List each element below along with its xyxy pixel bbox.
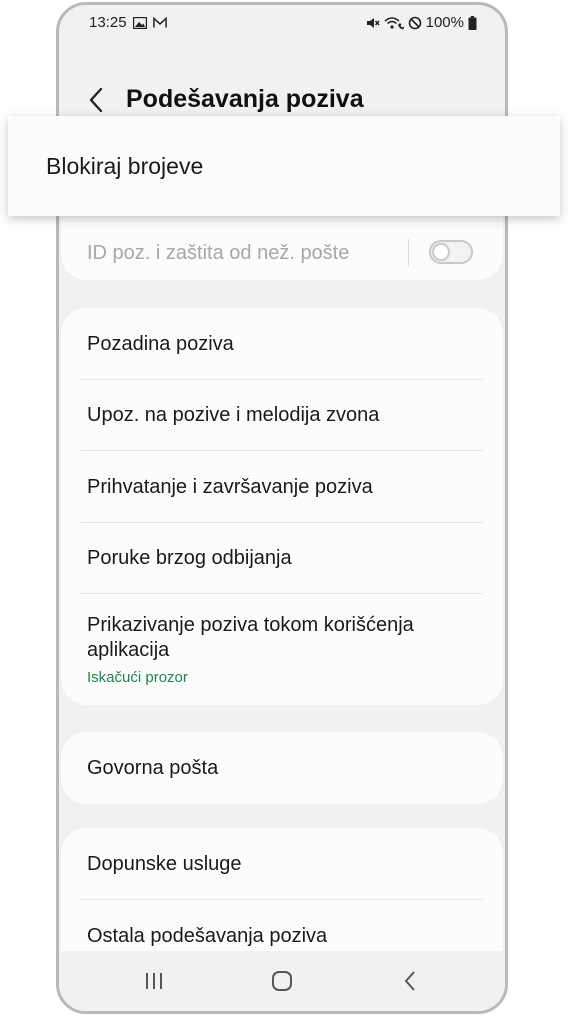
page-title: Podešavanja poziva — [126, 85, 364, 113]
back-icon — [405, 971, 415, 991]
settings-item-label: Govorna pošta — [87, 756, 219, 779]
row-separator — [408, 239, 409, 267]
navigation-bar — [59, 951, 505, 1011]
block-numbers-popup[interactable]: Blokiraj brojeve — [8, 116, 560, 216]
caller-id-label: ID poz. i zaštita od než. pošte — [87, 241, 350, 264]
settings-item-call-display-while-using-apps[interactable]: Prikazivanje poziva tokom korišćenja apl… — [61, 594, 503, 705]
settings-item-label: Poruke brzog odbijanja — [87, 547, 292, 569]
settings-item-label: Prikazivanje poziva tokom korišćenja apl… — [87, 614, 414, 661]
image-icon — [132, 16, 147, 30]
settings-item-label: Ostala podešavanja poziva — [87, 924, 328, 947]
do-not-disturb-icon — [408, 16, 422, 30]
back-button[interactable] — [81, 83, 111, 117]
status-time: 13:25 — [89, 14, 127, 31]
status-right: 100% — [366, 14, 477, 31]
status-left: 13:25 — [89, 14, 167, 31]
status-bar: 13:25 100% — [59, 5, 505, 41]
caller-id-row[interactable]: ID poz. i zaštita od než. pošte — [61, 225, 503, 280]
settings-item-label: Dopunske usluge — [87, 852, 242, 875]
settings-item-label: Pozadina poziva — [87, 332, 234, 355]
settings-group-2: Govorna pošta — [61, 732, 503, 804]
settings-item-supplementary-services[interactable]: Dopunske usluge — [61, 828, 503, 900]
settings-item-call-alerts-ringtone[interactable]: Upoz. na pozive i melodija zvona — [61, 380, 503, 451]
home-button[interactable] — [267, 967, 297, 995]
recent-apps-button[interactable] — [139, 967, 169, 995]
caller-id-toggle[interactable] — [429, 240, 473, 264]
settings-item-sub-label: Iskačući prozor — [87, 669, 188, 686]
toggle-knob — [432, 243, 450, 261]
settings-item-label: Upoz. na pozive i melodija zvona — [87, 404, 380, 426]
back-nav-button[interactable] — [395, 967, 425, 995]
settings-item-answering-ending-calls[interactable]: Prihvatanje i završavanje poziva — [61, 451, 503, 523]
home-icon — [272, 971, 292, 991]
settings-item-voicemail[interactable]: Govorna pošta — [61, 732, 503, 804]
battery-percent: 100% — [425, 14, 464, 31]
popup-label: Blokiraj brojeve — [46, 152, 204, 179]
settings-item-label: Prihvatanje i završavanje poziva — [87, 475, 373, 498]
mute-icon — [366, 16, 380, 30]
settings-group-1: Pozadina poziva Upoz. na pozive i melodi… — [61, 308, 503, 705]
gmail-icon — [152, 16, 167, 30]
settings-item-call-background[interactable]: Pozadina poziva — [61, 308, 503, 380]
settings-item-quick-decline-messages[interactable]: Poruke brzog odbijanja — [61, 523, 503, 594]
chevron-left-icon — [89, 87, 103, 113]
wifi-calling-icon — [384, 16, 404, 30]
recent-apps-icon — [146, 973, 162, 989]
battery-icon — [468, 15, 477, 30]
